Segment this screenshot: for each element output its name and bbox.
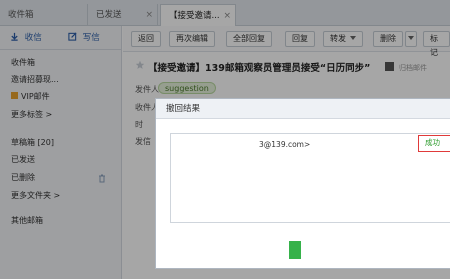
result-list: 3@139.com> 成功 xyxy=(170,133,450,223)
watermark-url: jingyan.baidu.com xyxy=(373,250,429,257)
confirm-button[interactable] xyxy=(289,241,301,259)
result-address: 3@139.com> xyxy=(259,140,311,149)
result-status: 成功 xyxy=(418,135,450,152)
watermark: Bai 经验 xyxy=(355,230,422,249)
dialog-title: 撤回结果 xyxy=(156,99,450,119)
